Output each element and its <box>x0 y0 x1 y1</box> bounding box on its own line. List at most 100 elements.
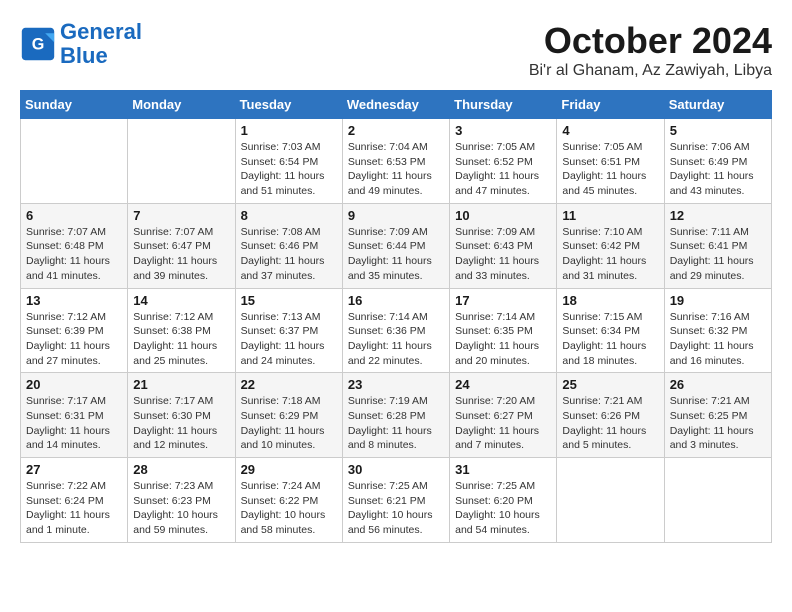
calendar-cell: 4 Sunrise: 7:05 AMSunset: 6:51 PMDaylight… <box>557 119 664 204</box>
day-detail: Sunrise: 7:06 AMSunset: 6:49 PMDaylight:… <box>670 140 766 199</box>
day-number: 30 <box>348 462 444 477</box>
calendar-cell: 29 Sunrise: 7:24 AMSunset: 6:22 PMDayligh… <box>235 458 342 543</box>
day-detail: Sunrise: 7:25 AMSunset: 6:21 PMDaylight:… <box>348 479 444 538</box>
day-detail: Sunrise: 7:05 AMSunset: 6:51 PMDaylight:… <box>562 140 658 199</box>
calendar-cell: 19 Sunrise: 7:16 AMSunset: 6:32 PMDayligh… <box>664 288 771 373</box>
calendar-cell: 23 Sunrise: 7:19 AMSunset: 6:28 PMDayligh… <box>342 373 449 458</box>
day-number: 17 <box>455 293 551 308</box>
calendar-cell: 7 Sunrise: 7:07 AMSunset: 6:47 PMDaylight… <box>128 203 235 288</box>
day-number: 26 <box>670 377 766 392</box>
calendar-week-row: 1Sunrise: 7:03 AMSunset: 6:54 PMDaylight… <box>21 119 772 204</box>
day-detail: Sunrise: 7:18 AMSunset: 6:29 PMDaylight:… <box>241 394 337 453</box>
day-detail: Sunrise: 7:24 AMSunset: 6:22 PMDaylight:… <box>241 479 337 538</box>
calendar-week-row: 13 Sunrise: 7:12 AMSunset: 6:39 PMDayligh… <box>21 288 772 373</box>
calendar-cell: 31Sunrise: 7:25 AMSunset: 6:20 PMDayligh… <box>450 458 557 543</box>
logo-line1: General <box>60 19 142 44</box>
day-number: 3 <box>455 123 551 138</box>
day-detail: Sunrise: 7:04 AMSunset: 6:53 PMDaylight:… <box>348 140 444 199</box>
day-number: 2 <box>348 123 444 138</box>
calendar-cell: 9 Sunrise: 7:09 AMSunset: 6:44 PMDaylight… <box>342 203 449 288</box>
calendar-cell <box>664 458 771 543</box>
day-number: 19 <box>670 293 766 308</box>
day-detail: Sunrise: 7:14 AMSunset: 6:36 PMDaylight:… <box>348 310 444 369</box>
day-detail: Sunrise: 7:20 AMSunset: 6:27 PMDaylight:… <box>455 394 551 453</box>
day-number: 28 <box>133 462 229 477</box>
logo-icon: G <box>20 26 56 62</box>
logo-line2: Blue <box>60 43 108 68</box>
calendar-cell: 17 Sunrise: 7:14 AMSunset: 6:35 PMDayligh… <box>450 288 557 373</box>
day-detail: Sunrise: 7:19 AMSunset: 6:28 PMDaylight:… <box>348 394 444 453</box>
page-header: G General Blue October 2024 Bi'r al Ghan… <box>20 20 772 80</box>
month-title: October 2024 <box>529 20 772 62</box>
logo: G General Blue <box>20 20 142 68</box>
day-number: 10 <box>455 208 551 223</box>
calendar-cell: 24 Sunrise: 7:20 AMSunset: 6:27 PMDayligh… <box>450 373 557 458</box>
day-detail: Sunrise: 7:11 AMSunset: 6:41 PMDaylight:… <box>670 225 766 284</box>
day-number: 4 <box>562 123 658 138</box>
day-detail: Sunrise: 7:07 AMSunset: 6:48 PMDaylight:… <box>26 225 122 284</box>
calendar-cell: 12 Sunrise: 7:11 AMSunset: 6:41 PMDayligh… <box>664 203 771 288</box>
col-saturday: Saturday <box>664 91 771 119</box>
day-number: 20 <box>26 377 122 392</box>
calendar-cell <box>21 119 128 204</box>
calendar-cell: 1Sunrise: 7:03 AMSunset: 6:54 PMDaylight… <box>235 119 342 204</box>
day-detail: Sunrise: 7:17 AMSunset: 6:30 PMDaylight:… <box>133 394 229 453</box>
day-detail: Sunrise: 7:12 AMSunset: 6:39 PMDaylight:… <box>26 310 122 369</box>
day-number: 15 <box>241 293 337 308</box>
day-detail: Sunrise: 7:12 AMSunset: 6:38 PMDaylight:… <box>133 310 229 369</box>
calendar-week-row: 6 Sunrise: 7:07 AMSunset: 6:48 PMDaylight… <box>21 203 772 288</box>
day-detail: Sunrise: 7:09 AMSunset: 6:44 PMDaylight:… <box>348 225 444 284</box>
day-number: 18 <box>562 293 658 308</box>
day-detail: Sunrise: 7:17 AMSunset: 6:31 PMDaylight:… <box>26 394 122 453</box>
day-number: 13 <box>26 293 122 308</box>
calendar-cell: 25Sunrise: 7:21 AMSunset: 6:26 PMDayligh… <box>557 373 664 458</box>
day-number: 23 <box>348 377 444 392</box>
calendar-cell: 5 Sunrise: 7:06 AMSunset: 6:49 PMDaylight… <box>664 119 771 204</box>
calendar-cell: 8Sunrise: 7:08 AMSunset: 6:46 PMDaylight… <box>235 203 342 288</box>
col-sunday: Sunday <box>21 91 128 119</box>
day-detail: Sunrise: 7:21 AMSunset: 6:25 PMDaylight:… <box>670 394 766 453</box>
calendar-cell: 21 Sunrise: 7:17 AMSunset: 6:30 PMDayligh… <box>128 373 235 458</box>
calendar-week-row: 27Sunrise: 7:22 AMSunset: 6:24 PMDayligh… <box>21 458 772 543</box>
calendar-cell: 6 Sunrise: 7:07 AMSunset: 6:48 PMDaylight… <box>21 203 128 288</box>
day-number: 8 <box>241 208 337 223</box>
calendar-cell: 15Sunrise: 7:13 AMSunset: 6:37 PMDayligh… <box>235 288 342 373</box>
day-number: 12 <box>670 208 766 223</box>
col-monday: Monday <box>128 91 235 119</box>
day-detail: Sunrise: 7:25 AMSunset: 6:20 PMDaylight:… <box>455 479 551 538</box>
calendar-cell: 10Sunrise: 7:09 AMSunset: 6:43 PMDayligh… <box>450 203 557 288</box>
calendar-cell: 27Sunrise: 7:22 AMSunset: 6:24 PMDayligh… <box>21 458 128 543</box>
calendar-header-row: Sunday Monday Tuesday Wednesday Thursday… <box>21 91 772 119</box>
day-number: 29 <box>241 462 337 477</box>
day-number: 11 <box>562 208 658 223</box>
calendar-week-row: 20 Sunrise: 7:17 AMSunset: 6:31 PMDayligh… <box>21 373 772 458</box>
day-number: 5 <box>670 123 766 138</box>
calendar-cell: 18Sunrise: 7:15 AMSunset: 6:34 PMDayligh… <box>557 288 664 373</box>
calendar-cell <box>128 119 235 204</box>
day-detail: Sunrise: 7:16 AMSunset: 6:32 PMDaylight:… <box>670 310 766 369</box>
calendar-cell: 22 Sunrise: 7:18 AMSunset: 6:29 PMDayligh… <box>235 373 342 458</box>
calendar-cell: 20 Sunrise: 7:17 AMSunset: 6:31 PMDayligh… <box>21 373 128 458</box>
col-thursday: Thursday <box>450 91 557 119</box>
svg-text:G: G <box>32 36 45 54</box>
day-detail: Sunrise: 7:05 AMSunset: 6:52 PMDaylight:… <box>455 140 551 199</box>
day-detail: Sunrise: 7:22 AMSunset: 6:24 PMDaylight:… <box>26 479 122 538</box>
day-number: 21 <box>133 377 229 392</box>
calendar-cell: 2 Sunrise: 7:04 AMSunset: 6:53 PMDaylight… <box>342 119 449 204</box>
calendar-cell: 30 Sunrise: 7:25 AMSunset: 6:21 PMDayligh… <box>342 458 449 543</box>
location: Bi'r al Ghanam, Az Zawiyah, Libya <box>529 62 772 80</box>
day-number: 22 <box>241 377 337 392</box>
calendar-cell: 28 Sunrise: 7:23 AMSunset: 6:23 PMDayligh… <box>128 458 235 543</box>
calendar-cell: 16Sunrise: 7:14 AMSunset: 6:36 PMDayligh… <box>342 288 449 373</box>
day-number: 7 <box>133 208 229 223</box>
calendar-cell: 11Sunrise: 7:10 AMSunset: 6:42 PMDayligh… <box>557 203 664 288</box>
title-block: October 2024 Bi'r al Ghanam, Az Zawiyah,… <box>529 20 772 80</box>
col-friday: Friday <box>557 91 664 119</box>
day-number: 9 <box>348 208 444 223</box>
day-detail: Sunrise: 7:07 AMSunset: 6:47 PMDaylight:… <box>133 225 229 284</box>
day-detail: Sunrise: 7:14 AMSunset: 6:35 PMDaylight:… <box>455 310 551 369</box>
day-number: 24 <box>455 377 551 392</box>
day-detail: Sunrise: 7:03 AMSunset: 6:54 PMDaylight:… <box>241 140 337 199</box>
day-number: 6 <box>26 208 122 223</box>
day-detail: Sunrise: 7:23 AMSunset: 6:23 PMDaylight:… <box>133 479 229 538</box>
